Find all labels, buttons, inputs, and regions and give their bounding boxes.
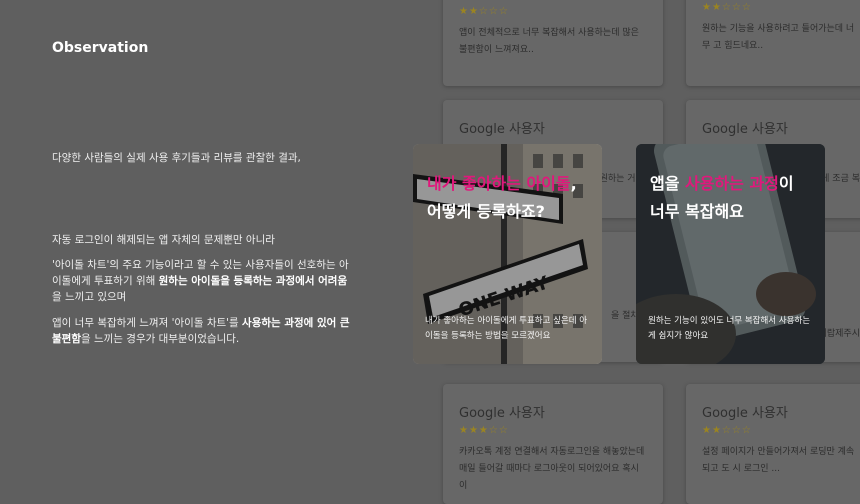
review-card: ★★☆☆☆ 원하는 기능을 사용하려고 들어가는데 너무 고 힘드네요.. [686, 0, 860, 86]
reviewer-name: Google 사용자 [702, 406, 788, 421]
reviewer-name: Google 사용자 [459, 122, 545, 137]
observation-paragraph-4: 앱이 너무 복잡하게 느껴져 '아이돌 차트'를 사용하는 과정에 있어 큰 불… [52, 317, 350, 345]
observation-paragraph-3: '아이돌 차트'의 주요 기능이라고 할 수 있는 사용자들이 선호하는 아이돌… [52, 259, 349, 303]
review-text: 원하는 기능을 사용하려고 들어가는데 너무 고 힘드네요.. [702, 24, 855, 51]
reviewer-name: Google 사용자 [459, 406, 545, 421]
reviewer-name: Google 사용자 [702, 122, 788, 137]
review-card: Google 사용자 ★★★☆☆ 카카오톡 계정 연결해서 자동로그인을 해놓았… [443, 384, 663, 504]
review-card: Google 사용자 ★★☆☆☆ 설정 페이지가 안들어가져서 로딩만 계속 되… [686, 384, 860, 504]
observation-paragraph-2: 자동 로그인이 해제되는 앱 자체의 문제뿐만 아니라 [52, 234, 275, 246]
insight-card-registration: ONE WAY 내가 좋아하는 아이돌, 어떻게 등록하죠? 내가 좋아하는 아… [413, 144, 602, 364]
insight-headline: 앱을 사용하는 과정이 너무 복잡해요 [650, 174, 794, 221]
star-rating: ★★☆☆☆ [702, 2, 752, 13]
review-card: ★★☆☆☆ 앱이 전체적으로 너무 복잡해서 사용하는데 많은 불편함이 느껴져… [443, 0, 663, 86]
page-title: Observation [52, 40, 149, 56]
observation-paragraph-1: 다양한 사람들의 실제 사용 후기들과 리뷰를 관찰한 결과, [52, 152, 301, 164]
insight-headline: 내가 좋아하는 아이돌, 어떻게 등록하죠? [427, 174, 577, 221]
star-rating: ★★☆☆☆ [459, 6, 509, 17]
review-text: 카카오톡 계정 연결해서 자동로그인을 해놓았는데 매일 들어갈 때마다 로그아… [459, 447, 645, 491]
review-text: 설정 페이지가 안들어가져서 로딩만 계속 되고 도 시 로그인 ... [702, 447, 855, 474]
insight-card-complexity: 앱을 사용하는 과정이 너무 복잡해요 원하는 기능이 있어도 너무 복잡해서 … [636, 144, 825, 364]
star-rating: ★★☆☆☆ [702, 425, 752, 436]
insight-caption: 내가 좋아하는 아이돌에게 투표하고 싶은데 아이돌을 등록하는 방법을 모르겠… [425, 316, 588, 341]
review-text: 앱이 전체적으로 너무 복잡해서 사용하는데 많은 불편함이 느껴져요.. [459, 28, 639, 55]
star-rating: ★★★☆☆ [459, 425, 509, 436]
insight-caption: 원하는 기능이 있어도 너무 복잡해서 사용하는게 쉽지가 않아요 [648, 316, 811, 341]
